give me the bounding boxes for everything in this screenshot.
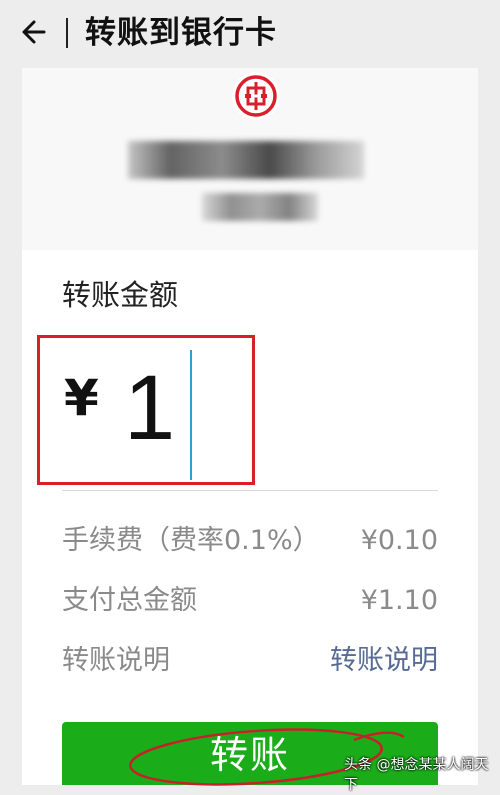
note-link[interactable]: 转账说明 <box>330 643 438 679</box>
blurred-card-name <box>128 141 364 179</box>
text-cursor <box>190 350 192 480</box>
top-bar: 转账到银行卡 <box>0 0 500 66</box>
watermark-text: 头条 @想念某某人阔天下 <box>344 757 489 793</box>
transfer-form: 转账金额 ¥ 1 手续费（费率0.1%） ¥0.10 支付总金额 ¥1.10 转… <box>22 250 478 785</box>
page-title: 转账到银行卡 <box>85 15 277 51</box>
amount-value: 1 <box>124 357 176 459</box>
total-value: ¥1.10 <box>360 585 438 616</box>
currency-symbol: ¥ <box>64 369 99 427</box>
fee-value: ¥0.10 <box>360 525 438 556</box>
note-label: 转账说明 <box>62 645 170 676</box>
bank-info-card <box>22 68 478 250</box>
title-separator <box>66 18 68 48</box>
bank-logo-icon <box>232 72 280 120</box>
back-arrow-icon[interactable] <box>18 14 52 50</box>
divider <box>62 490 438 491</box>
total-label: 支付总金额 <box>62 585 197 616</box>
amount-label: 转账金额 <box>62 278 179 312</box>
amount-input[interactable]: ¥ 1 <box>37 335 255 485</box>
fee-label: 手续费（费率0.1%） <box>62 525 320 556</box>
blurred-card-number <box>202 193 318 221</box>
